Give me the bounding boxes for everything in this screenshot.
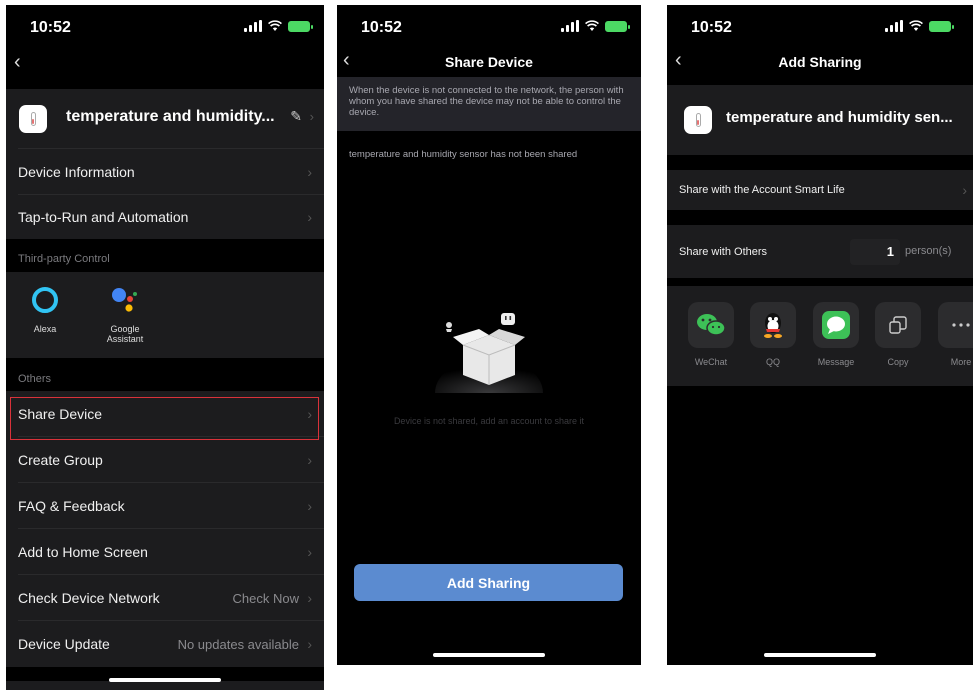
others-section-label: Others — [18, 373, 52, 385]
more-icon — [938, 302, 973, 348]
share-with-others-row: Share with Others 1 person(s) — [667, 225, 973, 278]
page-title: Add Sharing — [778, 54, 862, 70]
alexa-icon — [32, 287, 58, 313]
person-count-input[interactable]: 1 — [850, 239, 900, 265]
copy-icon — [875, 302, 921, 348]
chevron-right-icon: › — [307, 636, 312, 652]
chevron-right-icon: › — [307, 209, 312, 225]
battery-icon — [605, 21, 630, 32]
chevron-right-icon: › — [307, 164, 312, 180]
add-to-home-screen-item[interactable]: Add to Home Screen › — [6, 529, 324, 575]
battery-icon — [929, 21, 954, 32]
share-status-text: temperature and humidity sensor has not … — [349, 149, 578, 160]
third-party-panel: Alexa Google Assistant — [6, 272, 324, 358]
device-header[interactable]: temperature and humidity... ✎ › — [6, 89, 324, 149]
status-bar: 10:52 — [6, 5, 324, 45]
chevron-right-icon: › — [307, 498, 312, 514]
edit-icon[interactable]: ✎ — [290, 108, 302, 125]
third-party-section-label: Third-party Control — [18, 253, 110, 265]
share-device-screen: 10:52 ‹ Share Device When the device is … — [337, 5, 641, 665]
back-icon[interactable]: ‹ — [14, 51, 21, 74]
google-assistant-icon — [112, 288, 137, 312]
device-header: temperature and humidity sen... — [667, 85, 973, 155]
qq-share-item[interactable]: QQ — [749, 302, 797, 367]
message-icon — [813, 302, 859, 348]
chevron-right-icon: › — [307, 452, 312, 468]
share-with-others-label: Share with Others — [679, 245, 768, 258]
device-name: temperature and humidity... — [66, 108, 275, 125]
more-share-item[interactable]: More — [937, 302, 973, 367]
share-device-highlight — [10, 397, 319, 440]
faq-feedback-item[interactable]: FAQ & Feedback › — [6, 483, 324, 529]
status-bar: 10:52 — [337, 5, 641, 45]
page-title: Share Device — [445, 54, 533, 70]
check-now-value: Check Now — [232, 590, 299, 606]
check-device-network-item[interactable]: Check Device Network Check Now › — [6, 575, 324, 621]
cellular-signal-icon — [561, 20, 579, 32]
add-sharing-button[interactable]: Add Sharing — [354, 564, 623, 601]
device-information-item[interactable]: Device Information › — [6, 149, 324, 195]
wechat-share-item[interactable]: WeChat — [687, 302, 735, 367]
share-with-account-item[interactable]: Share with the Account Smart Life › — [667, 170, 973, 210]
thermometer-icon — [684, 106, 712, 134]
update-status-value: No updates available — [177, 636, 299, 652]
add-sharing-screen: 10:52 ‹ Add Sharing temperature and humi… — [667, 5, 973, 665]
cellular-signal-icon — [244, 20, 262, 32]
home-indicator[interactable] — [764, 653, 876, 657]
qq-icon — [750, 302, 796, 348]
wifi-icon — [268, 20, 282, 31]
status-time: 10:52 — [691, 19, 732, 36]
wifi-icon — [909, 20, 923, 31]
empty-box-illustration — [435, 313, 543, 393]
chevron-right-icon: › — [307, 590, 312, 606]
status-bar: 10:52 — [667, 5, 973, 45]
alexa-item[interactable]: Alexa — [20, 286, 70, 334]
copy-share-item[interactable]: Copy — [874, 302, 922, 367]
device-update-item[interactable]: Device Update No updates available › — [6, 621, 324, 667]
thermometer-icon — [19, 105, 47, 133]
person-unit-label: person(s) — [905, 245, 952, 257]
empty-state-text: Device is not shared, add an account to … — [393, 416, 585, 426]
device-name: temperature and humidity sen... — [726, 109, 953, 126]
status-time: 10:52 — [361, 19, 402, 36]
battery-icon — [288, 21, 313, 32]
wifi-icon — [585, 20, 599, 31]
google-assistant-item[interactable]: Google Assistant — [96, 286, 154, 344]
chevron-right-icon: › — [307, 544, 312, 560]
notice-banner: When the device is not connected to the … — [337, 77, 641, 131]
status-time: 10:52 — [30, 19, 71, 36]
tap-to-run-item[interactable]: Tap-to-Run and Automation › — [6, 195, 324, 239]
message-share-item[interactable]: Message — [812, 302, 860, 367]
cellular-signal-icon — [885, 20, 903, 32]
chevron-right-icon: › — [309, 109, 314, 124]
wechat-icon — [688, 302, 734, 348]
device-settings-screen: 10:52 ‹ temperature and humidity... ✎ › … — [6, 5, 324, 690]
home-indicator[interactable] — [433, 653, 545, 657]
home-indicator[interactable] — [109, 678, 221, 682]
chevron-right-icon: › — [962, 182, 967, 198]
create-group-item[interactable]: Create Group › — [6, 437, 324, 483]
